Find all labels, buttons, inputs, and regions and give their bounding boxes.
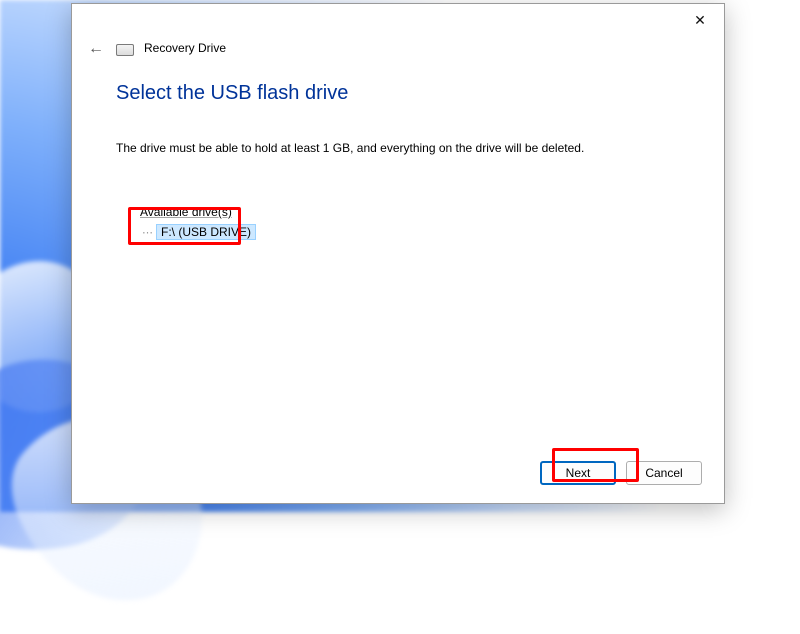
close-icon: ✕: [694, 12, 706, 29]
page-title: Select the USB flash drive: [116, 82, 690, 105]
instruction-text: The drive must be able to hold at least …: [116, 141, 690, 155]
tree-branch-icon: ⋯: [142, 226, 156, 239]
cancel-button[interactable]: Cancel: [626, 461, 702, 485]
next-button[interactable]: Next: [540, 461, 616, 485]
dialog-content: Select the USB flash drive The drive mus…: [116, 82, 690, 241]
dialog-footer: Next Cancel: [540, 461, 702, 485]
drive-list-item[interactable]: ⋯ F:\ (USB DRIVE): [138, 223, 690, 241]
drive-entry-selected[interactable]: F:\ (USB DRIVE): [156, 224, 256, 240]
recovery-drive-dialog: ✕ ← Recovery Drive Select the USB flash …: [71, 3, 725, 504]
close-button[interactable]: ✕: [678, 6, 722, 34]
available-drives-section: Available drive(s) ⋯ F:\ (USB DRIVE): [138, 205, 690, 241]
available-drives-label: Available drive(s): [138, 205, 690, 219]
drive-icon: [116, 44, 134, 56]
dialog-header: ← Recovery Drive: [86, 38, 226, 58]
dialog-title: Recovery Drive: [144, 41, 226, 55]
back-button[interactable]: ←: [86, 39, 106, 59]
